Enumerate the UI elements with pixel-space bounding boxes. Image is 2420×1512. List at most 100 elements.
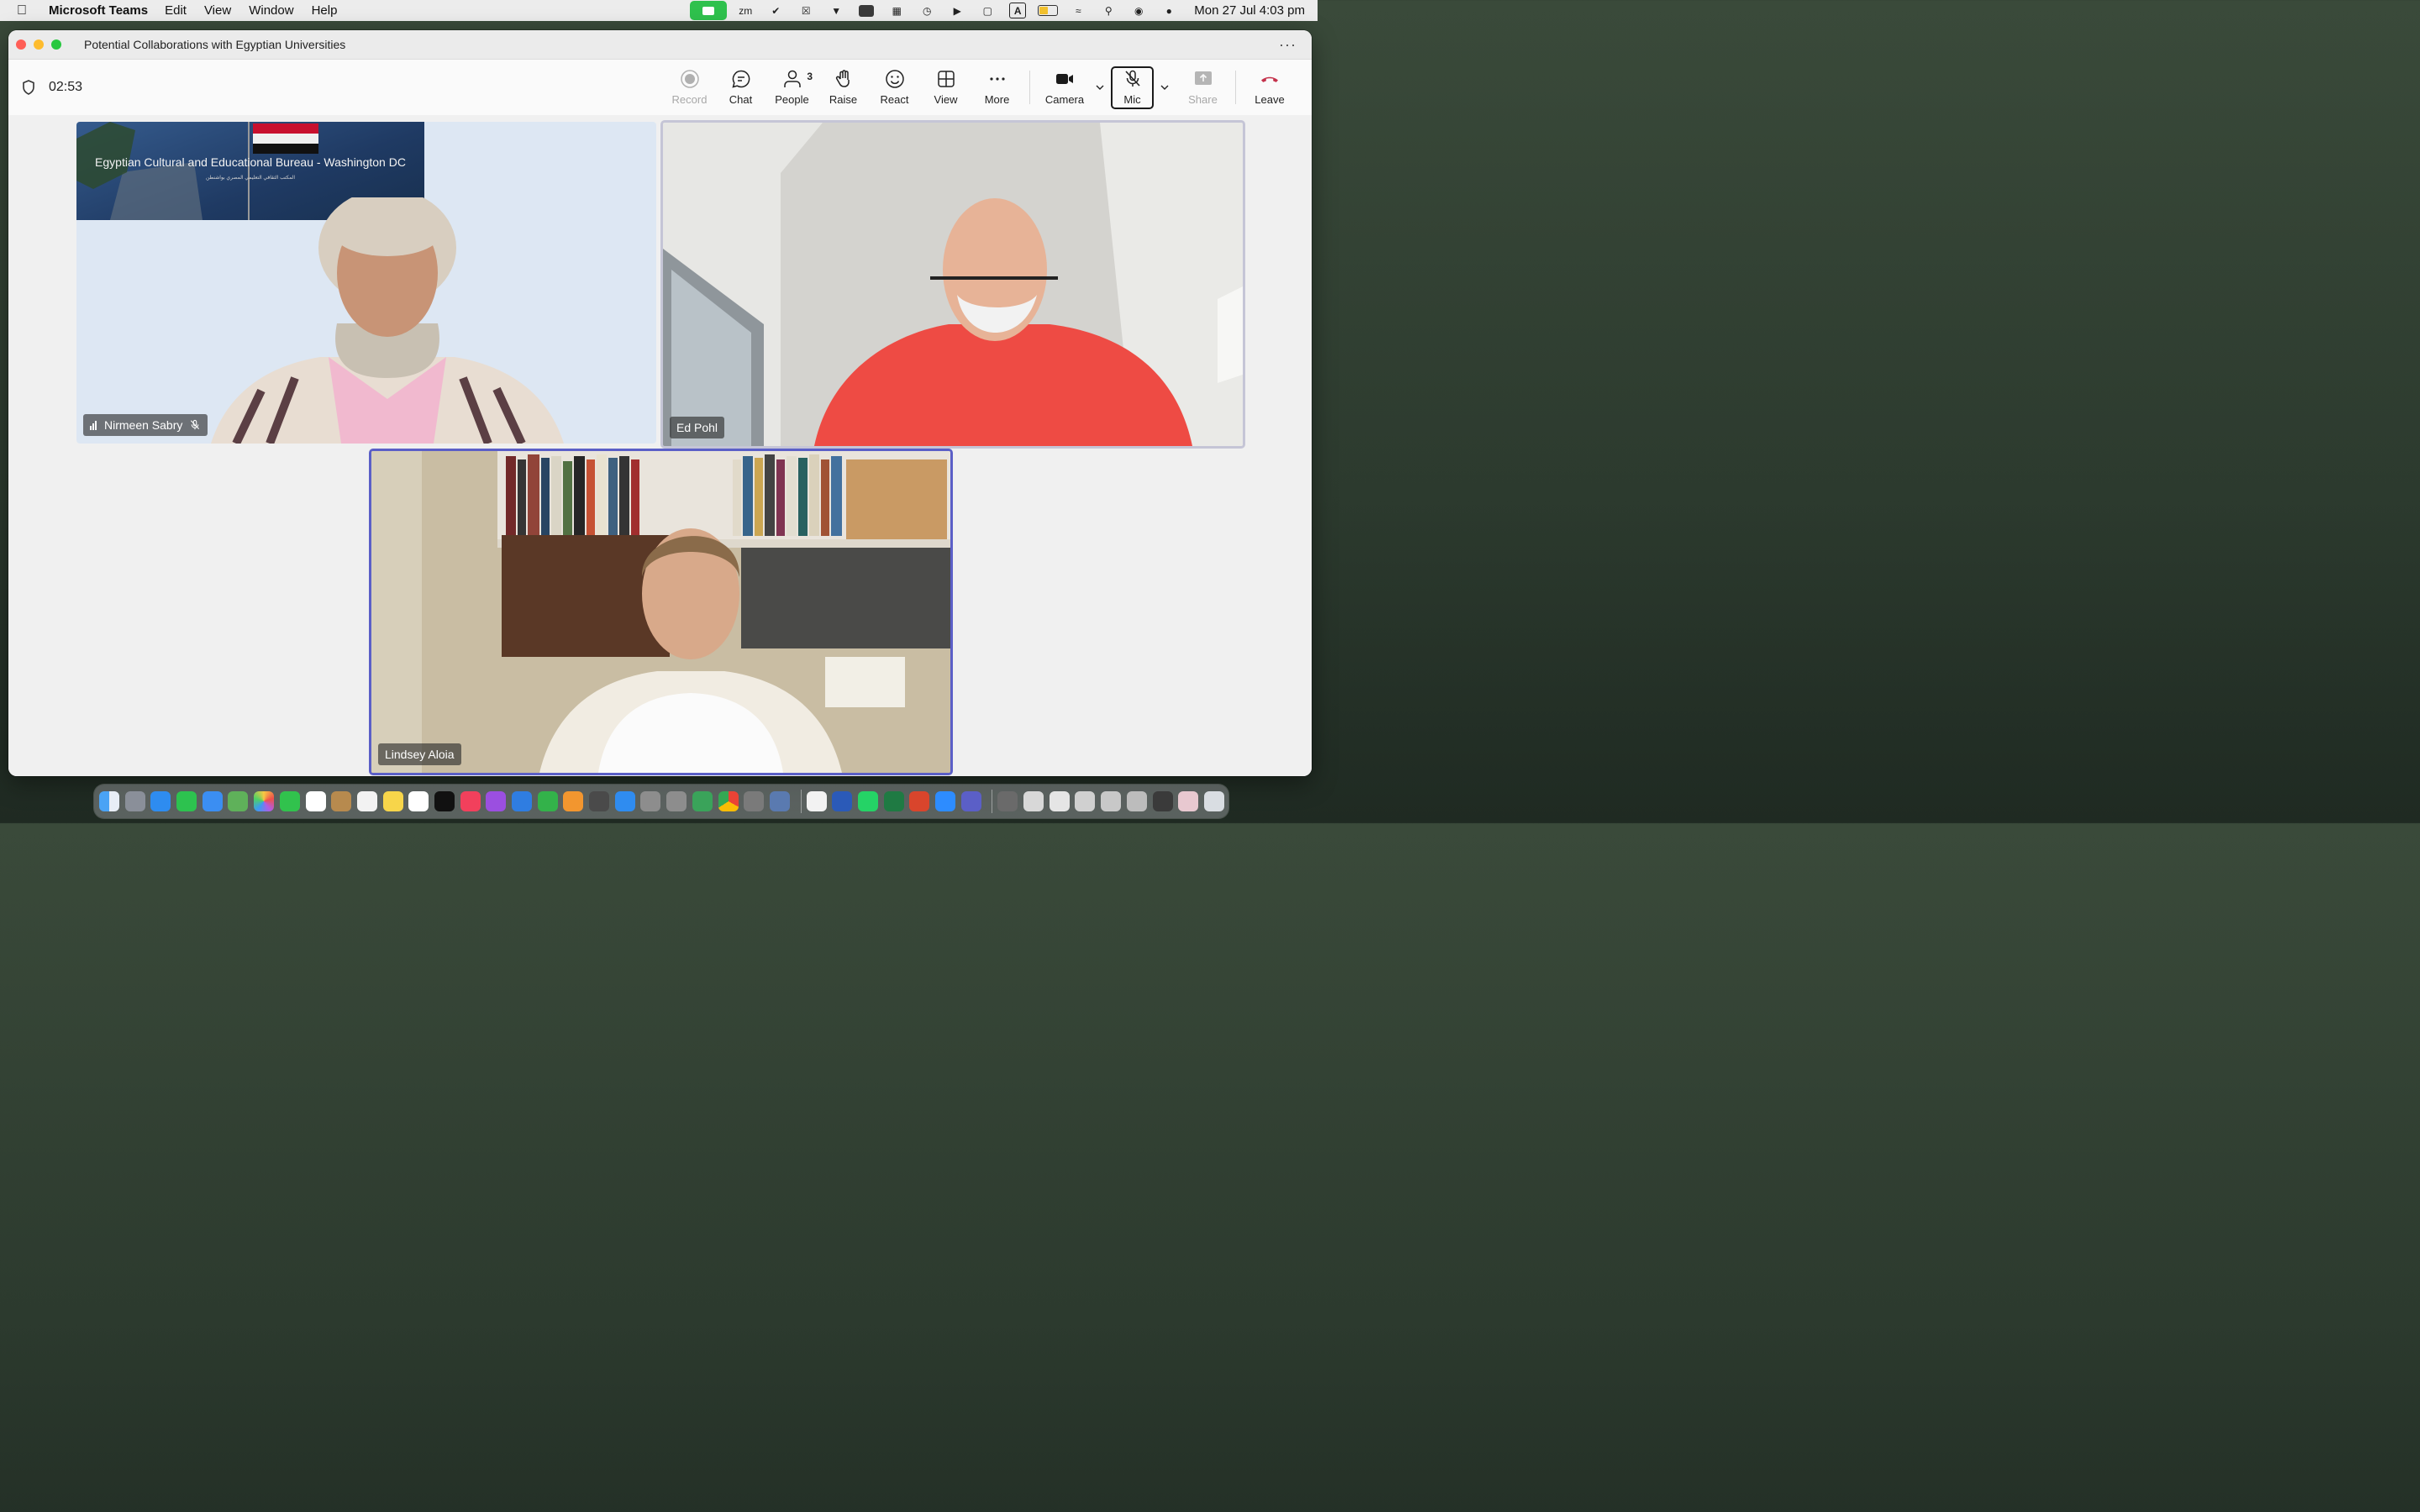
banner-title: Egyptian Cultural and Educational Bureau… [95,155,406,169]
chat-button[interactable]: Chat [715,64,766,111]
textedit-icon[interactable] [806,791,827,811]
books-icon[interactable]: ▦ [881,0,912,21]
raise-hand-button[interactable]: Raise [818,64,869,111]
camera-button[interactable]: Camera [1037,64,1092,111]
zoom-icon[interactable] [935,791,955,811]
music-icon[interactable] [460,791,481,811]
reminders-icon[interactable] [356,791,377,811]
chat-icon [731,70,750,88]
teams-icon[interactable] [960,791,981,811]
preview-icon[interactable] [769,791,790,811]
screen-mirror-icon[interactable]: ▢ [972,0,1002,21]
more-button[interactable]: More [971,64,1023,111]
shield-x-icon[interactable]: ☒ [791,0,821,21]
people-button[interactable]: 3 People [766,64,818,111]
whatsapp-icon[interactable] [857,791,878,811]
chevron-down-icon [1096,85,1104,90]
recent-window-icon[interactable] [1178,791,1199,811]
finder-icon[interactable] [99,791,119,811]
freeform-icon[interactable] [408,791,429,811]
camera-in-use-icon[interactable] [690,1,728,20]
egyptian-flag [253,123,318,154]
view-button[interactable]: View [920,64,971,111]
menu-window[interactable]: Window [249,3,293,18]
record-button[interactable]: Record [664,64,715,111]
camera-options-dropdown[interactable] [1092,71,1107,104]
menu-view[interactable]: View [204,3,231,18]
vpn-icon[interactable]: ▼ [821,0,851,21]
participant-tile-ed-pohl[interactable]: Ed Pohl [660,120,1245,449]
keynote-icon[interactable] [512,791,532,811]
video-camera-icon [1056,74,1073,84]
wifi-icon[interactable]: ≈ [1063,0,1093,21]
participant-name: Ed Pohl [676,421,718,434]
participant-tile-lindsey-aloia[interactable]: Lindsey Aloia [369,449,953,775]
chrome-icon[interactable] [718,791,739,811]
shield-icon[interactable] [22,80,35,95]
toolbar-divider [1029,71,1030,104]
trash-icon[interactable] [1203,791,1224,811]
acrobat-icon[interactable] [909,791,930,811]
react-button[interactable]: React [869,64,920,111]
share-button[interactable]: Share [1177,64,1228,111]
podcasts-icon[interactable] [486,791,507,811]
mail-icon[interactable] [202,791,223,811]
signal-strength-icon [90,420,97,430]
close-window-button[interactable] [16,39,26,50]
recent-window-icon[interactable] [1126,791,1147,811]
mic-button[interactable]: Mic [1111,66,1154,109]
participant-name-tag: Nirmeen Sabry [83,414,208,436]
menu-edit[interactable]: Edit [165,3,187,18]
zoom-tray-icon[interactable]: zm [730,0,760,21]
control-center-icon[interactable]: ◉ [1123,0,1154,21]
mic-options-dropdown[interactable] [1157,71,1172,104]
notes-icon[interactable] [382,791,403,811]
numbers-icon[interactable] [537,791,558,811]
grid-view-icon [937,71,955,87]
calculator-icon[interactable] [589,791,610,811]
apple-menu-icon[interactable]:  [17,3,34,18]
calendar-icon[interactable] [305,791,326,811]
recent-window-icon[interactable] [1049,791,1070,811]
recent-document-icon[interactable] [997,791,1018,811]
menu-help[interactable]: Help [312,3,338,18]
safari-icon[interactable] [150,791,171,811]
time-machine-icon[interactable]: ◷ [912,0,942,21]
check-circle-icon[interactable]: ✔ [760,0,791,21]
messages-icon[interactable] [176,791,197,811]
minimize-window-button[interactable] [34,39,44,50]
system-settings-icon[interactable] [744,791,765,811]
recent-window-icon[interactable] [1152,791,1173,811]
facetime-icon[interactable] [279,791,300,811]
recent-window-icon[interactable] [1101,791,1122,811]
launchpad-icon[interactable] [124,791,145,811]
help-question-icon[interactable] [666,791,687,811]
play-circle-icon[interactable]: ▶ [942,0,972,21]
app-store-icon[interactable] [614,791,635,811]
app-menu[interactable]: Microsoft Teams [49,3,148,18]
help-question-icon[interactable] [640,791,661,811]
spotlight-search-icon[interactable]: ⚲ [1093,0,1123,21]
battery-icon[interactable] [1033,0,1063,21]
contacts-icon[interactable] [331,791,352,811]
pages-icon[interactable] [563,791,584,811]
status-tray-icon[interactable] [851,0,881,21]
window-more-options-icon[interactable]: ··· [1279,36,1297,54]
word-icon[interactable] [832,791,853,811]
input-source-icon[interactable]: A [1002,0,1033,21]
excel-icon[interactable] [883,791,904,811]
recent-window-icon[interactable] [1075,791,1096,811]
grammarly-icon[interactable] [692,791,713,811]
participant-name-tag: Ed Pohl [670,417,725,438]
leave-button[interactable]: Leave [1243,64,1297,111]
photos-icon[interactable] [254,791,275,811]
zoom-window-button[interactable] [51,39,61,50]
mic-muted-icon [1124,70,1140,87]
siri-icon[interactable]: ● [1154,0,1184,21]
toolbar-divider [1235,71,1236,104]
recent-window-icon[interactable] [1023,791,1044,811]
menu-bar-clock[interactable]: Mon 27 Jul 4:03 pm [1194,3,1305,18]
maps-icon[interactable] [228,791,249,811]
apple-tv-icon[interactable] [434,791,455,811]
participant-tile-nirmeen-sabry[interactable]: Egyptian Cultural and Educational Bureau… [76,122,656,444]
